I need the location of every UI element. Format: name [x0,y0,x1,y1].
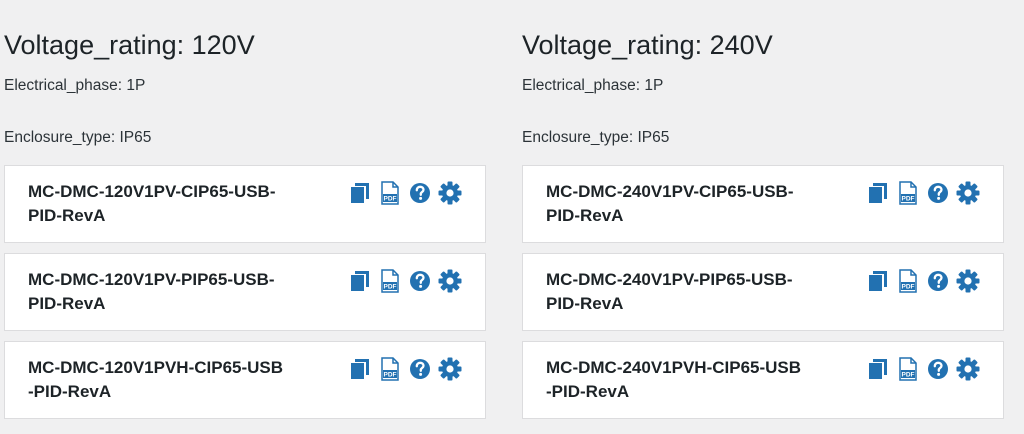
svg-text:PDF: PDF [902,372,915,379]
product-actions: PDF [348,269,462,293]
svg-text:PDF: PDF [384,372,397,379]
copy-icon[interactable] [348,357,372,381]
product-list: MC-DMC-120V1PV-CIP65-USB- PID-RevA PDF M… [4,165,486,419]
product-actions: PDF [348,181,462,205]
help-icon[interactable] [408,357,432,381]
product-name-line-2: PID-RevA [546,294,624,313]
pdf-icon[interactable]: PDF [896,181,920,205]
svg-text:PDF: PDF [384,196,397,203]
help-icon[interactable] [926,181,950,205]
settings-icon[interactable] [956,181,980,205]
product-card: MC-DMC-240V1PV-CIP65-USB- PID-RevA PDF [522,165,1004,243]
product-card: MC-DMC-120V1PV-CIP65-USB- PID-RevA PDF [4,165,486,243]
product-name-line-1: MC-DMC-120V1PVH-CIP65-USB [28,358,284,377]
settings-icon[interactable] [438,357,462,381]
help-icon[interactable] [926,269,950,293]
help-icon[interactable] [408,181,432,205]
copy-icon[interactable] [866,357,890,381]
enclosure-type-label: Enclosure_type: IP65 [4,129,152,146]
svg-text:PDF: PDF [902,196,915,203]
product-card: MC-DMC-240V1PVH-CIP65-USB -PID-RevA PDF [522,341,1004,419]
product-name[interactable]: MC-DMC-120V1PV-CIP65-USB- PID-RevA [28,180,346,228]
product-name-line-2: -PID-RevA [28,382,112,401]
group-title: Voltage_rating: 240V [522,30,773,60]
product-name-line-2: PID-RevA [546,206,624,225]
pdf-icon[interactable]: PDF [896,269,920,293]
copy-icon[interactable] [866,181,890,205]
product-name[interactable]: MC-DMC-240V1PVH-CIP65-USB -PID-RevA [546,356,864,404]
product-name-line-2: PID-RevA [28,294,106,313]
product-actions: PDF [866,181,980,205]
settings-icon[interactable] [956,357,980,381]
product-name-line-2: PID-RevA [28,206,106,225]
electrical-phase-label: Electrical_phase: 1P [522,77,664,94]
enclosure-type-label: Enclosure_type: IP65 [522,129,670,146]
product-card: MC-DMC-120V1PVH-CIP65-USB -PID-RevA PDF [4,341,486,419]
settings-icon[interactable] [956,269,980,293]
pdf-icon[interactable]: PDF [896,357,920,381]
product-name[interactable]: MC-DMC-240V1PV-PIP65-USB- PID-RevA [546,268,864,316]
product-name-line-1: MC-DMC-240V1PVH-CIP65-USB [546,358,802,377]
copy-icon[interactable] [866,269,890,293]
copy-icon[interactable] [348,181,372,205]
group-title: Voltage_rating: 120V [4,30,255,60]
product-name[interactable]: MC-DMC-120V1PV-PIP65-USB- PID-RevA [28,268,346,316]
product-actions: PDF [866,357,980,381]
product-actions: PDF [348,357,462,381]
copy-icon[interactable] [348,269,372,293]
electrical-phase-label: Electrical_phase: 1P [4,77,146,94]
product-list: MC-DMC-240V1PV-CIP65-USB- PID-RevA PDF M… [522,165,1004,419]
settings-icon[interactable] [438,269,462,293]
product-name[interactable]: MC-DMC-240V1PV-CIP65-USB- PID-RevA [546,180,864,228]
group-120v: Voltage_rating: 120V Electrical_phase: 1… [4,0,486,429]
product-name[interactable]: MC-DMC-120V1PVH-CIP65-USB -PID-RevA [28,356,346,404]
product-name-line-1: MC-DMC-120V1PV-PIP65-USB- [28,270,275,289]
group-240v: Voltage_rating: 240V Electrical_phase: 1… [522,0,1004,429]
product-name-line-1: MC-DMC-240V1PV-CIP65-USB- [546,182,794,201]
product-name-line-1: MC-DMC-240V1PV-PIP65-USB- [546,270,793,289]
pdf-icon[interactable]: PDF [378,181,402,205]
product-card: MC-DMC-240V1PV-PIP65-USB- PID-RevA PDF [522,253,1004,331]
help-icon[interactable] [408,269,432,293]
help-icon[interactable] [926,357,950,381]
svg-text:PDF: PDF [384,284,397,291]
pdf-icon[interactable]: PDF [378,357,402,381]
pdf-icon[interactable]: PDF [378,269,402,293]
settings-icon[interactable] [438,181,462,205]
product-card: MC-DMC-120V1PV-PIP65-USB- PID-RevA PDF [4,253,486,331]
product-name-line-1: MC-DMC-120V1PV-CIP65-USB- [28,182,276,201]
svg-text:PDF: PDF [902,284,915,291]
product-name-line-2: -PID-RevA [546,382,630,401]
product-actions: PDF [866,269,980,293]
